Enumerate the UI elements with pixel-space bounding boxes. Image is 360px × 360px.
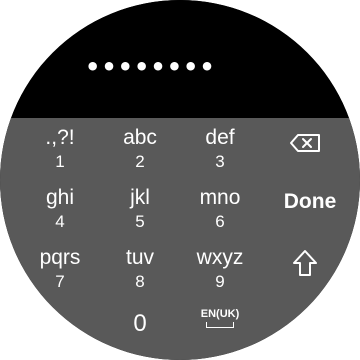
key-8[interactable]: tuv 8 [100,246,180,292]
watch-screen: •••••••• .,?! 1 abc 2 def 3 ghi 4 jkl 5 … [0,0,360,360]
key-6[interactable]: mno 6 [180,186,260,232]
password-display: •••••••• [0,0,360,118]
key-7[interactable]: pqrs 7 [20,246,100,292]
key-letters: jkl [130,186,150,209]
key-letters: wxyz [196,246,244,269]
key-letters: .,?! [45,126,75,149]
key-letters: tuv [125,246,154,269]
key-letters: abc [123,126,157,149]
key-digit: 6 [215,212,225,231]
key-letters: def [205,126,235,149]
key-digit: 4 [55,212,65,231]
key-2[interactable]: abc 2 [100,126,180,172]
key-letters: ghi [45,186,75,209]
key-4[interactable]: ghi 4 [20,186,100,232]
key-digit: 8 [135,272,145,291]
key-digit: 5 [135,212,145,231]
key-letters: pqrs [39,246,81,269]
key-1[interactable]: .,?! 1 [20,126,100,172]
shift-icon [293,250,317,276]
keyboard: .,?! 1 abc 2 def 3 ghi 4 jkl 5 mno 6 Don… [0,118,360,360]
key-digit: 7 [55,272,65,291]
backspace-icon [290,134,320,152]
done-button[interactable]: Done [275,188,345,216]
key-digit: 9 [215,272,225,291]
key-letters: mno [199,186,241,209]
key-3[interactable]: def 3 [180,126,260,172]
language-label: EN(UK) [200,308,240,320]
key-digit: 0 [133,310,147,337]
space-icon [206,322,234,328]
key-digit: 2 [135,152,145,171]
key-9[interactable]: wxyz 9 [180,246,260,292]
language-space-key[interactable]: EN(UK) [180,308,260,328]
key-digit: 3 [215,152,225,171]
shift-button[interactable] [270,248,340,283]
done-label: Done [283,190,337,213]
key-digit: 1 [55,152,65,171]
password-field[interactable]: •••••••• [85,55,216,79]
key-0[interactable]: 0 [100,310,180,338]
backspace-button[interactable] [271,132,341,159]
key-5[interactable]: jkl 5 [100,186,180,232]
